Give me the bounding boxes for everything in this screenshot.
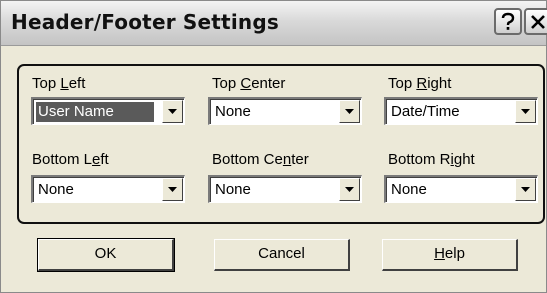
top-right-label: Top Right	[388, 75, 452, 92]
top-center-label: Top Center	[212, 75, 286, 92]
top-center-dropdown-button[interactable]	[339, 100, 360, 123]
dropdown-arrow-icon	[345, 187, 354, 192]
dropdown-arrow-icon	[168, 187, 177, 192]
dropdown-arrow-icon	[345, 109, 354, 114]
top-left-label: Top Left	[32, 75, 86, 92]
close-x-icon	[531, 14, 545, 29]
top-right-value: Date/Time	[391, 103, 460, 120]
cancel-button[interactable]: Cancel	[214, 239, 350, 271]
dropdown-arrow-icon	[521, 187, 530, 192]
title-close-button[interactable]	[524, 8, 547, 35]
bottom-right-dropdown-button[interactable]	[515, 178, 536, 201]
dropdown-arrow-icon	[521, 109, 530, 114]
help-button-label: elp	[444, 245, 465, 262]
ok-button[interactable]: OK	[37, 238, 175, 272]
title-bar[interactable]: Header/Footer Settings	[1, 1, 547, 46]
dropdown-arrow-icon	[168, 109, 177, 114]
help-button[interactable]: Help	[382, 239, 518, 271]
bottom-left-label: Bottom Left	[32, 151, 109, 168]
header-footer-settings-dialog: Header/Footer Settings Top Left Top Cent…	[0, 0, 547, 293]
bottom-left-dropdown-button[interactable]	[162, 178, 183, 201]
bottom-center-label: Bottom Center	[212, 151, 309, 168]
top-right-select[interactable]: Date/Time	[384, 97, 538, 125]
bottom-left-value: None	[38, 181, 74, 198]
question-mark-icon	[501, 12, 515, 30]
bottom-center-dropdown-button[interactable]	[339, 178, 360, 201]
top-left-dropdown-button[interactable]	[162, 100, 183, 123]
bottom-right-label: Bottom Right	[388, 151, 475, 168]
bottom-left-select[interactable]: None	[31, 175, 185, 203]
top-center-select[interactable]: None	[208, 97, 362, 125]
top-center-value: None	[215, 103, 251, 120]
bottom-right-value: None	[391, 181, 427, 198]
bottom-center-value: None	[215, 181, 251, 198]
top-right-dropdown-button[interactable]	[515, 100, 536, 123]
bottom-right-select[interactable]: None	[384, 175, 538, 203]
title-help-button[interactable]	[494, 8, 522, 35]
top-left-select[interactable]: User Name	[31, 97, 185, 125]
help-button-key: H	[434, 245, 445, 262]
bottom-center-select[interactable]: None	[208, 175, 362, 203]
top-left-value: User Name	[36, 102, 154, 122]
dialog-title: Header/Footer Settings	[11, 10, 279, 34]
